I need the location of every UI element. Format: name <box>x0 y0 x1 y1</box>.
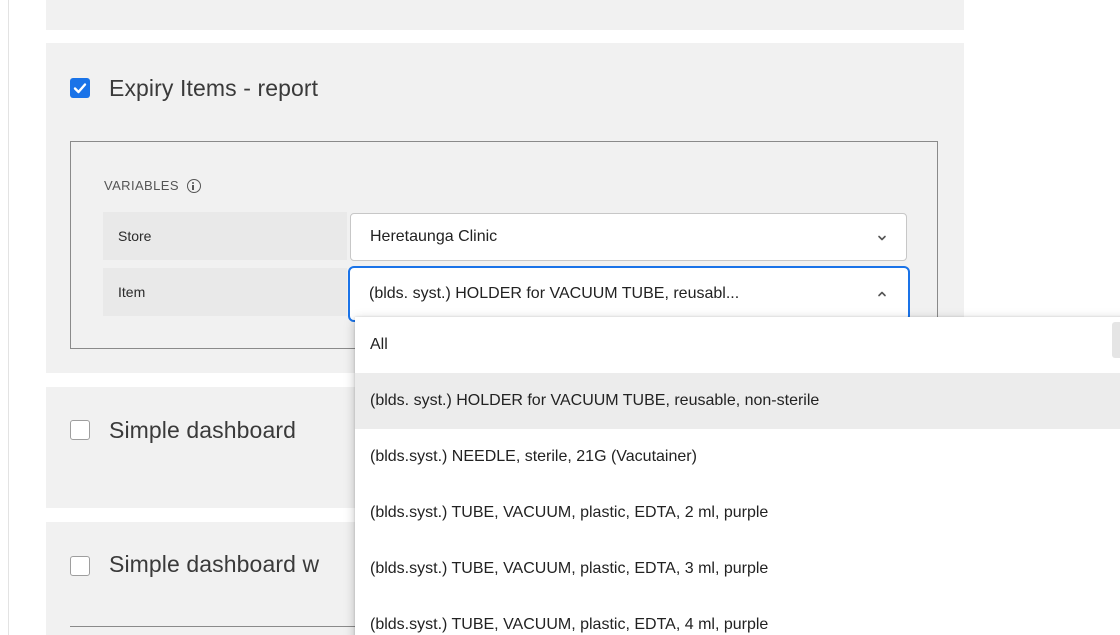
info-icon[interactable] <box>186 178 201 193</box>
left-divider <box>8 0 9 635</box>
previous-report-card <box>46 0 964 30</box>
dropdown-option-selected[interactable]: (blds. syst.) HOLDER for VACUUM TUBE, re… <box>355 373 1120 429</box>
chevron-up-icon <box>878 291 886 297</box>
variables-heading: VARIABLES <box>104 178 201 193</box>
store-select-value: Heretaunga Clinic <box>370 228 498 245</box>
item-select-value: (blds. syst.) HOLDER for VACUUM TUBE, re… <box>369 285 740 302</box>
simple-dashboard-w-title: Simple dashboard w <box>109 551 320 577</box>
dropdown-option[interactable]: (blds.syst.) NEEDLE, sterile, 21G (Vacut… <box>355 429 1120 485</box>
dropdown-option[interactable]: (blds.syst.) TUBE, VACUUM, plastic, EDTA… <box>355 541 1120 597</box>
variables-heading-label: VARIABLES <box>104 178 179 193</box>
expiry-report-title: Expiry Items - report <box>109 75 319 101</box>
simple-dashboard-checkbox[interactable] <box>70 420 90 440</box>
simple-dashboard-title: Simple dashboard <box>109 417 296 443</box>
simple-dashboard-w-checkbox[interactable] <box>70 556 90 576</box>
item-select[interactable]: (blds. syst.) HOLDER for VACUUM TUBE, re… <box>348 266 910 322</box>
store-select[interactable]: Heretaunga Clinic <box>350 213 907 261</box>
dropdown-scrollbar-thumb[interactable] <box>1112 322 1120 358</box>
expiry-report-checkbox[interactable] <box>70 78 90 98</box>
dropdown-option[interactable]: (blds.syst.) TUBE, VACUUM, plastic, EDTA… <box>355 597 1120 635</box>
report-selection-page: Expiry Items - report VARIABLES Store He… <box>0 0 1120 635</box>
variable-label-store: Store <box>103 212 347 260</box>
dropdown-option[interactable]: (blds.syst.) TUBE, VACUUM, plastic, EDTA… <box>355 485 1120 541</box>
item-dropdown-menu[interactable]: All (blds. syst.) HOLDER for VACUUM TUBE… <box>355 317 1120 635</box>
dropdown-option-all[interactable]: All <box>355 317 1120 373</box>
variable-label-item: Item <box>103 268 347 316</box>
checkmark-icon <box>73 83 87 94</box>
simple-dashboard-w-variables-border <box>70 626 360 627</box>
chevron-down-icon <box>878 235 886 241</box>
